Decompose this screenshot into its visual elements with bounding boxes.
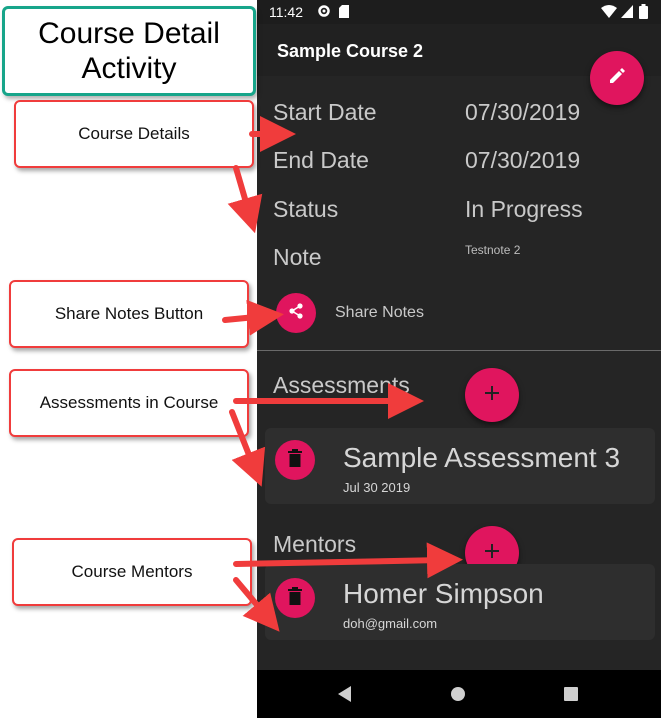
edit-course-button[interactable] [590,51,644,105]
status-bar: 11:42 [257,0,661,24]
plus-icon [485,385,499,405]
trash-icon [288,448,302,472]
callout-course-details-text: Course Details [78,124,190,143]
callout-mentors: Course Mentors [12,538,252,606]
trash-icon [288,586,302,610]
start-date-label: Start Date [273,99,377,125]
share-icon [287,302,305,325]
back-icon[interactable] [338,686,352,707]
signal-icon [621,5,633,23]
callout-share-notes: Share Notes Button [9,280,249,348]
settings-icon [317,4,331,23]
note-value: Testnote 2 [465,243,521,257]
status-value: In Progress [465,196,583,222]
mentor-email: doh@gmail.com [343,616,438,631]
phone-screen: 11:42 Sample Course 2 Start Date 07/30/2… [257,0,661,718]
assessment-title: Sample Assessment 3 [343,442,621,473]
home-icon[interactable] [451,687,465,706]
activity-title-line2: Activity [81,52,177,85]
status-label: Status [273,196,339,222]
add-assessment-button[interactable] [465,368,519,422]
sd-card-icon [339,5,349,23]
callout-assessments-text: Assessments in Course [39,393,219,412]
note-label: Note [273,244,322,270]
arrow-course-details-2 [227,165,263,234]
pencil-icon [607,66,627,91]
callout-share-notes-text: Share Notes Button [54,304,204,323]
delete-assessment-button[interactable] [275,440,315,480]
activity-title-line1: Course Detail [38,17,220,50]
activity-title-box: Course Detail Activity [2,6,256,96]
wifi-icon [601,5,617,23]
battery-icon [639,4,648,24]
share-notes-button[interactable] [276,293,316,333]
assessment-date: Jul 30 2019 [343,480,411,495]
mentor-card[interactable]: Homer Simpson doh@gmail.com [265,564,655,640]
callout-assessments: Assessments in Course [9,369,249,437]
divider [257,350,661,351]
end-date-value: 07/30/2019 [465,147,581,173]
callout-course-details: Course Details [14,100,254,168]
end-date-label: End Date [273,147,369,173]
plus-icon [485,543,499,563]
recents-icon[interactable] [564,687,578,706]
status-time: 11:42 [269,4,303,20]
share-notes-label[interactable]: Share Notes [335,304,424,322]
start-date-value: 07/30/2019 [465,99,581,125]
callout-mentors-text: Course Mentors [71,562,193,581]
mentor-name: Homer Simpson [343,578,544,609]
assessment-card[interactable]: Sample Assessment 3 Jul 30 2019 [265,428,655,504]
mentors-section-title: Mentors [273,531,357,557]
navigation-bar [257,670,661,718]
page-title: Sample Course 2 [277,41,424,61]
assessments-section-title: Assessments [273,372,410,398]
delete-mentor-button[interactable] [275,578,315,618]
